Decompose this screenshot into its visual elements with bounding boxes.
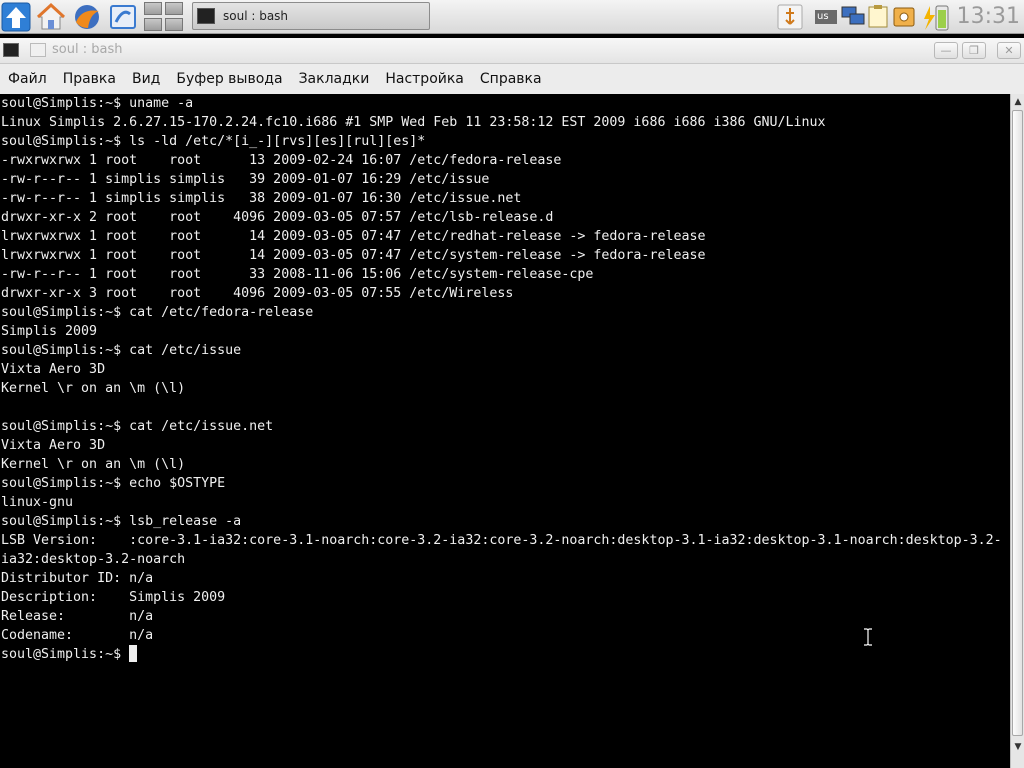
terminal-line: -rw-r--r-- 1 simplis simplis 39 2009-01-… [1, 172, 490, 187]
desktop-1[interactable] [144, 2, 162, 15]
close-button[interactable]: ✕ [997, 42, 1021, 59]
menu-file[interactable]: Файл [0, 64, 55, 94]
network-icon[interactable] [840, 4, 866, 30]
terminal-line: Distributor ID: n/a [1, 571, 154, 586]
terminal-line: Codename: n/a [1, 628, 154, 643]
terminal-line: soul@Simplis:~$ cat /etc/issue [1, 343, 242, 358]
text-cursor [129, 645, 137, 662]
home-icon[interactable] [36, 2, 66, 32]
terminal-line: -rw-r--r-- 1 root root 33 2008-11-06 15:… [1, 267, 594, 282]
menu-scrollback[interactable]: Буфер вывода [168, 64, 290, 94]
terminal-icon [197, 8, 215, 24]
terminal-line: drwxr-xr-x 3 root root 4096 2009-03-05 0… [1, 286, 514, 301]
settings-icon[interactable] [892, 4, 918, 30]
menu-help[interactable]: Справка [472, 64, 550, 94]
menubar: Файл Правка Вид Буфер вывода Закладки На… [0, 64, 1024, 94]
scroll-up-arrow-icon[interactable]: ▲ [1012, 95, 1024, 109]
clock[interactable]: 13:31 [957, 2, 1020, 32]
menu-bookmarks[interactable]: Закладки [291, 64, 378, 94]
ibeam-cursor-icon [864, 628, 872, 646]
scrollbar[interactable]: ▲ ▼ [1010, 94, 1024, 768]
minimize-icon: — [940, 44, 952, 57]
desktop-3[interactable] [144, 18, 162, 31]
window-menu-icon[interactable] [30, 43, 46, 57]
terminal-line: soul@Simplis:~$ uname -a [1, 96, 194, 111]
terminal-line: Release: n/a [1, 609, 154, 624]
terminal-line: Linux Simplis 2.6.27.15-170.2.24.fc10.i6… [1, 115, 826, 130]
taskbar-window-label: soul : bash [223, 9, 289, 23]
scrollbar-thumb[interactable] [1012, 110, 1023, 736]
terminal-line: Simplis 2009 [1, 324, 98, 339]
taskbar: soul : bash us 13:31 [0, 0, 1024, 34]
clipboard-icon[interactable] [866, 4, 890, 30]
menu-settings[interactable]: Настройка [377, 64, 472, 94]
arrow-up-icon[interactable] [1, 2, 31, 32]
taskbar-window-button[interactable]: soul : bash [192, 2, 430, 30]
menu-edit[interactable]: Правка [55, 64, 124, 94]
terminal-line: drwxr-xr-x 2 root root 4096 2009-03-05 0… [1, 210, 554, 225]
maximize-button[interactable]: ❐ [962, 42, 986, 59]
browser-icon[interactable] [72, 2, 102, 32]
terminal-line: ia32:desktop-3.2-noarch [1, 552, 186, 567]
scroll-down-arrow-icon[interactable]: ▼ [1012, 740, 1024, 754]
maximize-icon: ❐ [969, 44, 979, 57]
minimize-button[interactable]: — [934, 42, 958, 59]
terminal-line: -rwxrwxrwx 1 root root 13 2009-02-24 16:… [1, 153, 562, 168]
terminal-icon[interactable] [3, 43, 19, 57]
battery-icon[interactable] [922, 4, 952, 31]
terminal-line: soul@Simplis:~$ cat /etc/fedora-release [1, 305, 314, 320]
terminal-line: Kernel \r on an \m (\l) [1, 457, 186, 472]
app-icon[interactable] [108, 2, 138, 32]
window-titlebar[interactable]: soul : bash — ❐ ✕ [0, 38, 1024, 64]
terminal-line: lrwxrwxrwx 1 root root 14 2009-03-05 07:… [1, 248, 706, 263]
terminal-line: soul@Simplis:~$ lsb_release -a [1, 514, 242, 529]
keyboard-layout-label: us [817, 11, 829, 22]
terminal-line: Vixta Aero 3D [1, 362, 106, 377]
keyboard-layout-indicator[interactable]: us [814, 4, 838, 30]
terminal-line: -rw-r--r-- 1 simplis simplis 38 2009-01-… [1, 191, 522, 206]
desktop-2[interactable] [165, 2, 183, 15]
window-title: soul : bash [52, 42, 123, 57]
desktop-switcher[interactable] [144, 2, 186, 32]
terminal-line: Description: Simplis 2009 [1, 590, 226, 605]
terminal-line: soul@Simplis:~$ ls -ld /etc/*[i_-][rvs][… [1, 134, 426, 149]
close-icon: ✕ [1004, 44, 1014, 57]
terminal-line: Kernel \r on an \m (\l) [1, 381, 186, 396]
menu-view[interactable]: Вид [124, 64, 168, 94]
terminal-line: soul@Simplis:~$ cat /etc/issue.net [1, 419, 274, 434]
terminal-output[interactable]: soul@Simplis:~$ uname -a Linux Simplis 2.… [0, 94, 1010, 768]
terminal-line: soul@Simplis:~$ echo $OSTYPE [1, 476, 226, 491]
terminal-line: soul@Simplis:~$ [1, 647, 130, 662]
usb-icon[interactable] [776, 4, 804, 30]
terminal-line: linux-gnu [1, 495, 74, 510]
terminal-line: lrwxrwxrwx 1 root root 14 2009-03-05 07:… [1, 229, 706, 244]
terminal-line: LSB Version: :core-3.1-ia32:core-3.1-noa… [1, 533, 1002, 548]
terminal-line: Vixta Aero 3D [1, 438, 106, 453]
desktop-4[interactable] [165, 18, 183, 31]
